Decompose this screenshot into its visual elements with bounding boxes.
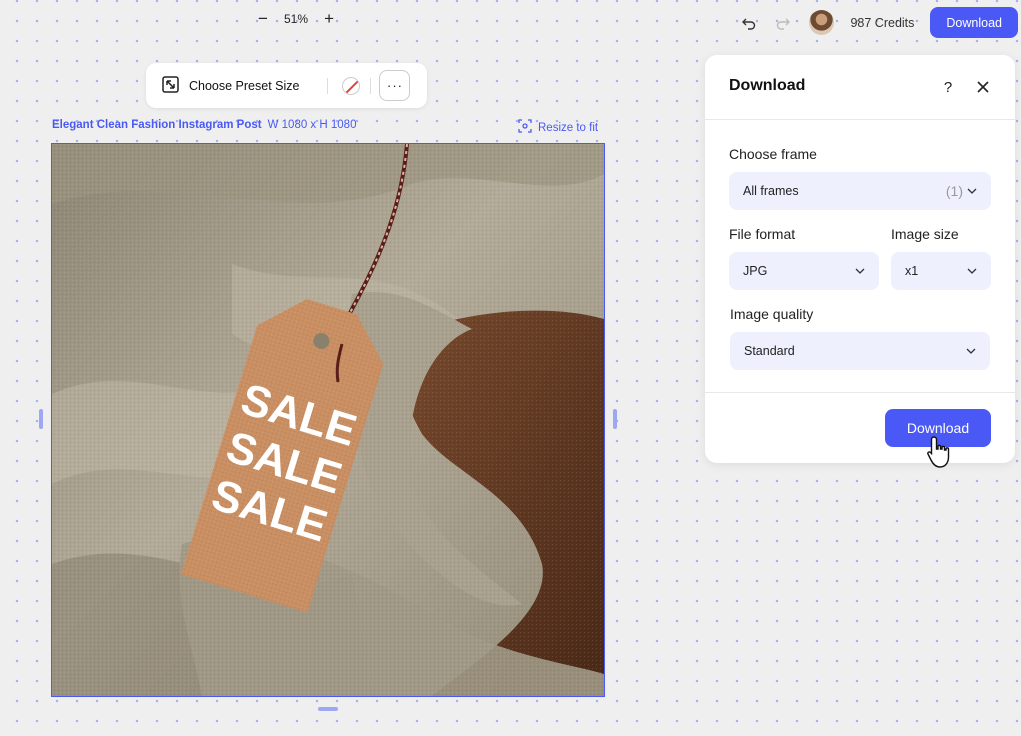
frame-toolbar: Choose Preset Size ··· bbox=[146, 63, 427, 108]
chevron-down-icon bbox=[967, 186, 977, 196]
hand-cursor-icon bbox=[926, 435, 954, 474]
post-artwork: SALE SALE SALE bbox=[52, 144, 604, 696]
resize-to-fit-icon bbox=[518, 119, 532, 136]
zoom-level: 51% bbox=[284, 12, 309, 26]
frame-resize-handle-bottom[interactable] bbox=[318, 707, 338, 711]
choose-preset-size-button[interactable]: Choose Preset Size bbox=[162, 75, 300, 96]
toolbar-divider bbox=[370, 77, 372, 94]
download-panel: Download ? Choose frame All frames (1) F… bbox=[705, 55, 1015, 463]
help-button[interactable]: ? bbox=[937, 76, 959, 98]
resize-frame-icon bbox=[162, 75, 179, 96]
image-size-select[interactable]: x1 bbox=[891, 252, 991, 290]
chevron-down-icon bbox=[967, 266, 977, 276]
choose-frame-count: (1) bbox=[945, 183, 963, 199]
chevron-down-icon bbox=[855, 266, 865, 276]
resize-to-fit-button[interactable]: Resize to fit bbox=[518, 119, 598, 136]
close-icon[interactable] bbox=[972, 76, 994, 98]
file-format-select[interactable]: JPG bbox=[729, 252, 879, 290]
panel-divider bbox=[705, 119, 1015, 120]
more-options-button[interactable]: ··· bbox=[379, 70, 411, 101]
choose-frame-select[interactable]: All frames (1) bbox=[729, 172, 991, 210]
file-format-label: File format bbox=[729, 226, 796, 242]
avatar[interactable] bbox=[809, 10, 835, 35]
redo-icon[interactable] bbox=[771, 11, 795, 35]
panel-divider bbox=[705, 392, 1015, 393]
credits-count: 987 Credits bbox=[850, 15, 915, 30]
image-quality-select[interactable]: Standard bbox=[730, 332, 990, 370]
image-quality-value: Standard bbox=[744, 344, 795, 358]
download-button-header[interactable]: Download bbox=[930, 7, 1018, 38]
image-size-label: Image size bbox=[891, 226, 959, 242]
zoom-in-button[interactable]: + bbox=[322, 9, 336, 28]
choose-preset-size-label: Choose Preset Size bbox=[189, 78, 300, 93]
chevron-down-icon bbox=[966, 346, 976, 356]
undo-icon[interactable] bbox=[737, 11, 761, 35]
choose-frame-label: Choose frame bbox=[729, 146, 817, 162]
zoom-out-button[interactable]: − bbox=[256, 9, 270, 28]
no-color-icon[interactable] bbox=[342, 76, 361, 95]
frame-label[interactable]: Elegant Clean Fashion Instagram Post W 1… bbox=[52, 119, 356, 131]
choose-frame-value: All frames bbox=[743, 184, 799, 198]
panel-title: Download bbox=[729, 77, 806, 94]
canvas-frame[interactable]: SALE SALE SALE bbox=[51, 143, 605, 697]
file-format-value: JPG bbox=[743, 264, 768, 278]
frame-resize-handle-left[interactable] bbox=[39, 409, 43, 429]
resize-to-fit-label: Resize to fit bbox=[538, 121, 599, 134]
image-quality-label: Image quality bbox=[730, 306, 814, 322]
frame-size: W 1080 x H 1080 bbox=[267, 119, 357, 131]
header-actions: 987 Credits Download bbox=[737, 7, 1018, 38]
frame-name: Elegant Clean Fashion Instagram Post bbox=[52, 119, 262, 131]
zoom-controls: − 51% + bbox=[256, 9, 336, 28]
toolbar-divider bbox=[327, 77, 329, 94]
frame-resize-handle-right[interactable] bbox=[613, 409, 617, 429]
image-size-value: x1 bbox=[905, 264, 919, 278]
